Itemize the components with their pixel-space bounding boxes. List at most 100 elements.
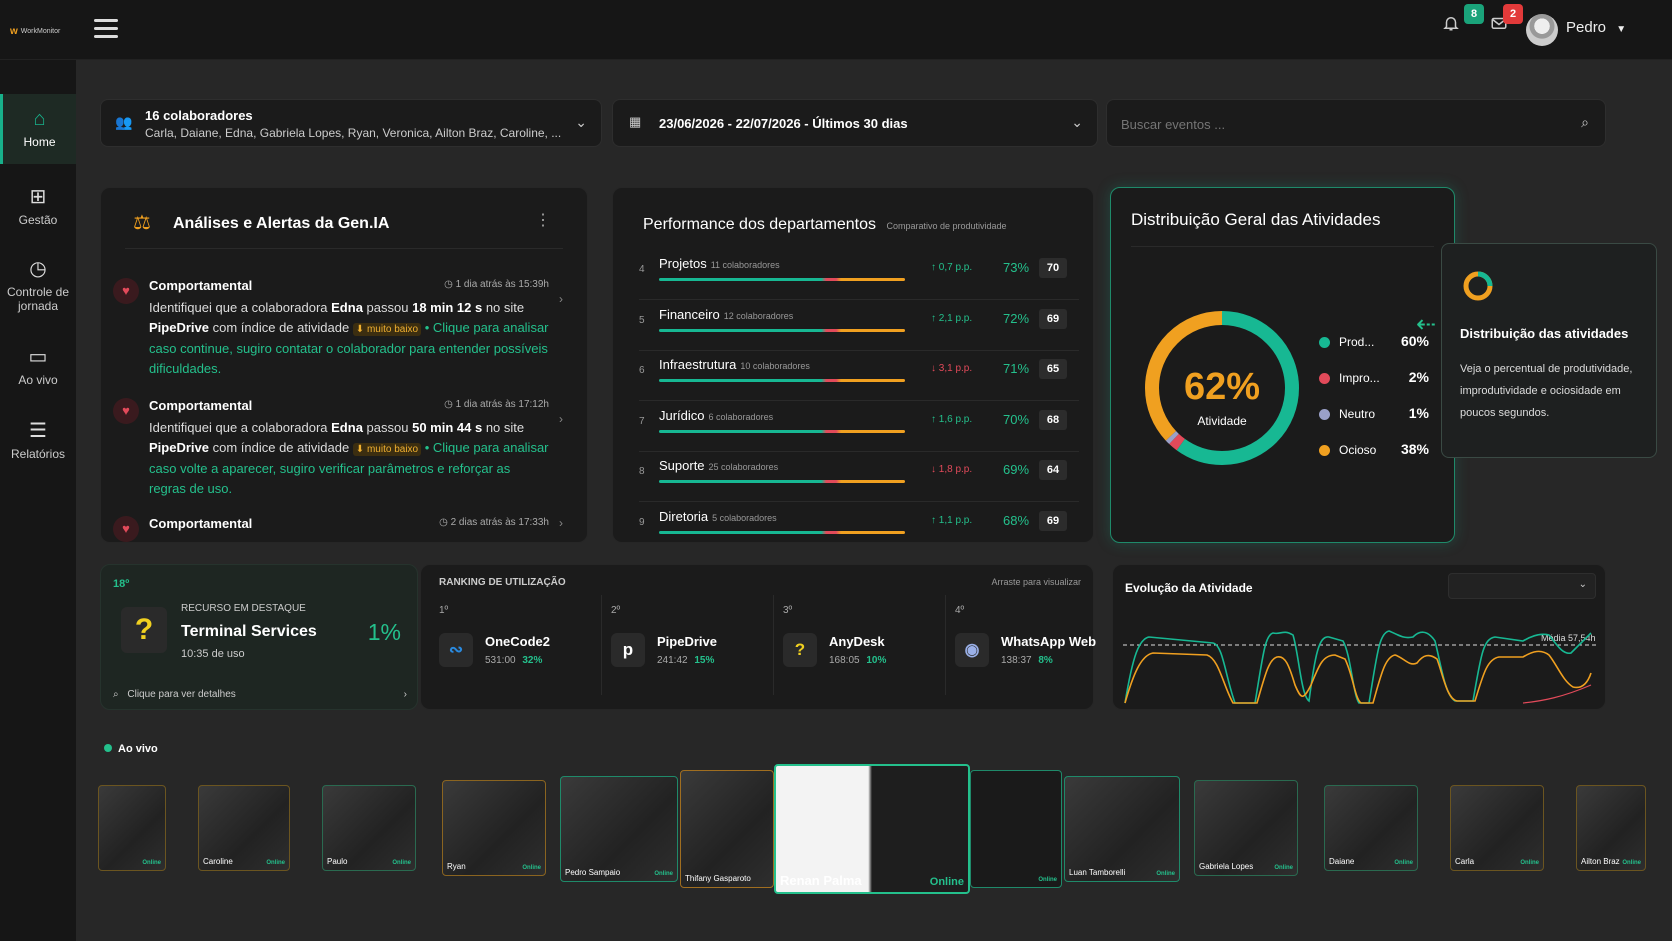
featured-label: RECURSO EM DESTAQUE (181, 603, 306, 614)
sidebar: ⌂ Home ⊞ Gestão ◷ Controle de jornada ▭ … (0, 60, 76, 941)
live-screen-thumbnail[interactable]: Pedro Sampaio Online (560, 776, 678, 882)
alert-item[interactable]: ♥ Comportamental ◷ 1 dia atrás às 15:39h… (113, 278, 563, 388)
ranking-item[interactable]: 4º ◉ WhatsApp Web 138:37 8% (955, 595, 1115, 705)
evolution-period-select[interactable]: ⌄ (1448, 573, 1596, 599)
nav-item-ao-vivo[interactable]: ▭ Ao vivo (0, 344, 76, 387)
live-screen-thumbnail[interactable]: Carla Online (1450, 785, 1544, 871)
alert-text: Identifiquei que a colaboradora Edna pas… (149, 300, 549, 376)
department-row[interactable]: 8 Suporte 25 colaboradores ↓ 1,8 p.p. 69% 64 (639, 452, 1079, 502)
user-avatar[interactable] (1526, 14, 1558, 46)
divider (773, 595, 774, 695)
department-members: 5 colaboradores (712, 512, 777, 523)
clock-icon: ◷ (29, 258, 47, 280)
live-screen-thumbnail[interactable]: Ailton Braz Online (1576, 785, 1646, 871)
chevron-down-icon: ▼ (1616, 24, 1627, 35)
divider (1131, 246, 1434, 247)
live-screen-thumbnail[interactable]: Luan Tamborelli Online (1064, 776, 1180, 882)
nav-item-controle-jornada[interactable]: ◷ Controle de jornada (0, 256, 76, 313)
date-range-value: 23/06/2026 - 22/07/2026 - Últimos 30 dia… (659, 116, 908, 131)
notifications-bell-icon[interactable] (1440, 14, 1462, 36)
department-row[interactable]: 6 Infraestrutura 10 colaboradores ↓ 3,1 p.p… (639, 351, 1079, 401)
online-status: Online (266, 860, 285, 866)
department-delta: ↓ 1,8 p.p. (931, 464, 973, 475)
tooltip-title: Distribuição das atividades (1460, 326, 1629, 341)
ranking-item[interactable]: 1º ∾ OneCode2 531:00 32% (439, 595, 599, 705)
divider (945, 595, 946, 695)
live-screen-thumbnail[interactable]: Thifany Gasparoto (680, 770, 774, 888)
activity-evolution-card: Evolução da Atividade ⌄ Média 57,54h (1112, 564, 1606, 710)
department-name: Financeiro 12 colaboradores (659, 306, 794, 322)
nav-item-relatorios[interactable]: ☰ Relatórios (0, 418, 76, 461)
activity-evolution-chart[interactable] (1123, 615, 1597, 705)
department-row[interactable]: 5 Financeiro 12 colaboradores ↑ 2,1 p.p. 72%… (639, 301, 1079, 351)
alert-time: ◷ 1 dia atrás às 15:39h (444, 279, 549, 290)
menu-toggle-button[interactable] (94, 19, 118, 39)
home-icon: ⌂ (33, 108, 46, 130)
department-name: Infraestrutura 10 colaboradores (659, 357, 810, 372)
online-status: Online (654, 871, 673, 877)
live-screen-thumbnail[interactable]: Gabriela Lopes Online (1194, 780, 1298, 876)
ranking-item[interactable]: 2º p PipeDrive 241:42 15% (611, 595, 771, 705)
online-status: Online (929, 876, 964, 888)
nav-item-label: Relatórios (10, 447, 66, 461)
live-screen-thumbnail[interactable]: Online (970, 770, 1062, 888)
department-score: 69 (1039, 510, 1067, 531)
collaborator-name: Ryan (447, 862, 466, 871)
row-index: 4 (639, 264, 645, 275)
alert-item[interactable]: ♥ Comportamental ◷ 1 dia atrás às 17:12h… (113, 398, 563, 508)
department-score: 70 (1039, 258, 1067, 278)
user-menu[interactable]: Pedro ▼ (1566, 19, 1626, 36)
featured-details-link[interactable]: ⌕ Clique para ver detalhes › (113, 689, 407, 700)
department-progress-bar (659, 379, 905, 382)
live-screen-thumbnail[interactable]: Ryan Online (442, 780, 546, 876)
department-row[interactable]: 9 Diretoria 5 colaboradores ↑ 1,1 p.p. 68% 69 (639, 503, 1079, 543)
department-members: 10 colaboradores (740, 361, 810, 371)
online-status: Online (1156, 871, 1175, 877)
collaborators-names: Carla, Daiane, Edna, Gabriela Lopes, Rya… (145, 126, 562, 140)
app-usage: 531:00 32% (485, 655, 543, 666)
live-screen-thumbnail[interactable]: Online (98, 785, 166, 871)
live-screen-thumbnail[interactable]: Daiane Online (1324, 785, 1418, 871)
legend-item: Neutro 1% (1319, 405, 1429, 425)
logo[interactable]: ᴡ WorkMonitor (10, 26, 60, 37)
nav-item-label: Ao vivo (18, 373, 58, 387)
collaborators-count: 16 colaboradores (145, 108, 253, 123)
logo-mark-icon: ᴡ (10, 26, 18, 37)
department-progress-bar (659, 429, 905, 433)
ranking-item[interactable]: 3º? AnyDesk 168:05 10% (783, 595, 943, 705)
low-activity-tag: ⬇ muito baixo (352, 442, 422, 456)
legend-label: Impro... (1339, 371, 1380, 385)
search-icon[interactable]: ⌕ (1581, 114, 1589, 131)
logo-text: WorkMonitor (20, 28, 61, 35)
collaborator-name: Ailton Braz (1581, 857, 1620, 866)
chevron-down-icon: ⌄ (1071, 114, 1083, 130)
collaborators-filter[interactable]: 👥 16 colaboradores Carla, Daiane, Edna, … (100, 99, 602, 147)
nav-item-label: Home (23, 135, 56, 149)
department-percent: 73% (1003, 260, 1030, 275)
online-status: Online (522, 865, 541, 871)
date-range-filter[interactable]: ▦ 23/06/2026 - 22/07/2026 - Últimos 30 d… (612, 99, 1098, 147)
collaborator-name: Pedro Sampaio (565, 868, 621, 877)
live-screen-thumbnail[interactable]: Paulo Online (322, 785, 416, 871)
nav-item-home[interactable]: ⌂ Home (0, 94, 76, 164)
legend-value: 38% (1400, 441, 1429, 457)
nav-item-gestao[interactable]: ⊞ Gestão (0, 184, 76, 227)
performance-subtitle: Comparativo de produtividade (886, 221, 1007, 231)
row-index: 6 (639, 365, 645, 376)
department-percent: 68% (1003, 512, 1030, 528)
department-row[interactable]: 7 Jurídico 6 colaboradores ↑ 1,6 p.p. 70% 68 (639, 402, 1079, 452)
more-options-icon[interactable]: ⋮ (535, 210, 551, 230)
collaborator-name: Carla (1455, 857, 1475, 866)
ai-alert-icon: ⚖ (133, 212, 151, 234)
alert-type: Comportamental (149, 516, 253, 531)
alert-item[interactable]: ♥ Comportamental ◷ 2 dias atrás às 17:33… (113, 516, 563, 542)
live-screen-thumbnail[interactable]: Renan Palma Online (774, 764, 970, 894)
department-name: Jurídico 6 colaboradores (659, 407, 774, 423)
activity-distribution-card: Distribuição Geral das Atividades 62% At… (1110, 187, 1455, 543)
department-row[interactable]: 4 Projetos 11 colaboradores ↑ 0,7 p.p. 73% 70 (639, 250, 1079, 300)
heart-alert-icon: ♥ (113, 398, 139, 424)
search-input[interactable] (1121, 112, 1561, 136)
live-screen-thumbnail[interactable]: Caroline Online (198, 785, 290, 871)
department-progress-bar (659, 328, 905, 332)
monitor-icon: ▭ (28, 346, 48, 368)
